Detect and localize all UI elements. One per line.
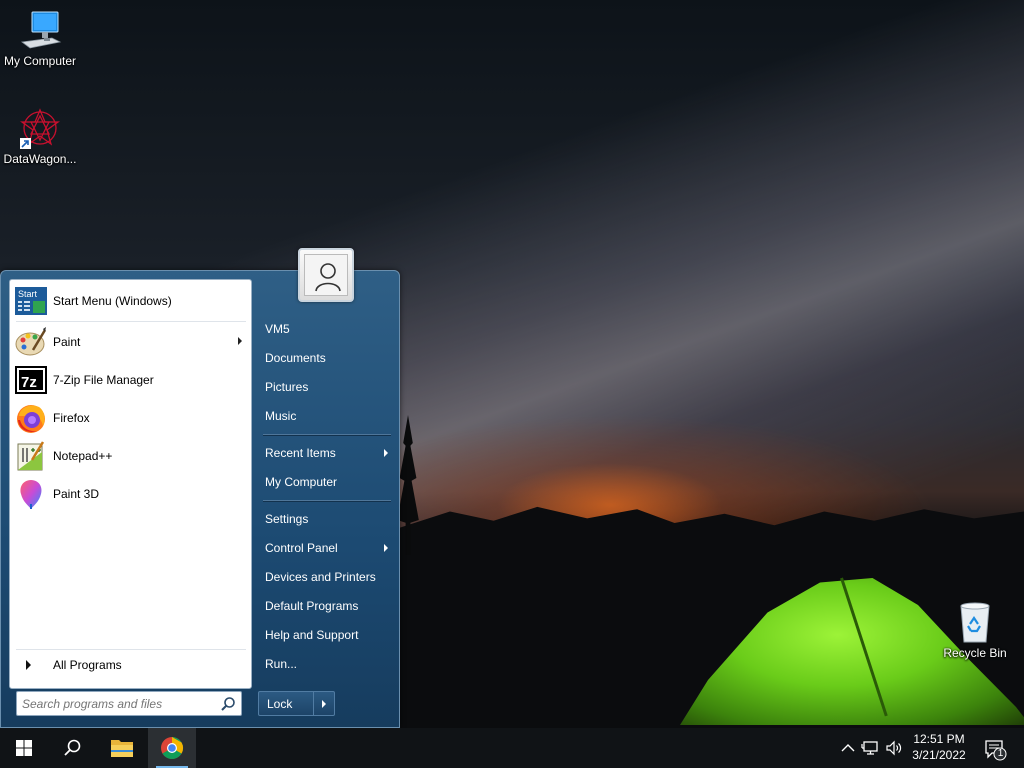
right-item-label: Run...	[265, 657, 298, 671]
all-programs-label: All Programs	[53, 658, 122, 672]
submenu-arrow-icon	[238, 337, 242, 345]
right-item-default-programs[interactable]: Default Programs	[258, 593, 394, 619]
right-item-label: Help and Support	[265, 628, 359, 642]
right-item-pictures[interactable]: Pictures	[258, 374, 394, 400]
computer-icon	[18, 8, 62, 52]
notepadpp-icon	[15, 440, 47, 472]
all-programs-separator	[16, 649, 246, 650]
network-icon	[861, 741, 878, 755]
all-programs-button[interactable]: All Programs	[12, 652, 250, 678]
right-item-label: Devices and Printers	[265, 570, 376, 584]
submenu-arrow-icon	[384, 449, 388, 457]
svg-text:7z: 7z	[21, 374, 37, 391]
paint3d-icon	[15, 478, 47, 510]
desktop-icon-label: DataWagon...	[3, 152, 77, 166]
file-explorer-icon	[111, 740, 133, 757]
search-programs-box[interactable]	[16, 691, 242, 716]
desktop-icon-label: My Computer	[3, 54, 77, 68]
right-item-music[interactable]: Music	[258, 403, 394, 429]
right-item-label: VM5	[265, 322, 290, 336]
search-input[interactable]	[22, 693, 219, 714]
desktop-icon-recycle-bin[interactable]: Recycle Bin	[935, 600, 1015, 660]
submenu-arrow-icon	[384, 544, 388, 552]
right-item-label: My Computer	[265, 475, 338, 489]
program-item-7zip[interactable]: 7z 7-Zip File Manager	[12, 362, 250, 398]
windows-start-icon	[16, 740, 32, 756]
right-item-devices-printers[interactable]: Devices and Printers	[258, 564, 394, 590]
svg-text:Start: Start	[18, 289, 38, 299]
datawagon-icon	[18, 106, 62, 150]
recycle-bin-icon	[953, 600, 997, 644]
paint-icon	[15, 326, 47, 358]
right-item-label: Music	[265, 409, 297, 423]
desktop-icon-label: Recycle Bin	[943, 646, 1007, 660]
search-icon	[64, 739, 81, 756]
lock-button[interactable]: Lock	[258, 691, 314, 716]
start-menu-icon: Start	[15, 285, 47, 317]
lock-label: Lock	[267, 696, 293, 711]
right-item-label: Default Programs	[265, 599, 359, 613]
right-item-label: Settings	[265, 512, 309, 526]
right-separator	[263, 500, 391, 501]
action-center-button[interactable]: 1	[983, 737, 1007, 761]
program-label: Firefox	[53, 411, 90, 425]
right-item-vm5[interactable]: VM5	[258, 316, 394, 342]
right-item-label: Documents	[265, 351, 326, 365]
right-item-recent-items[interactable]: Recent Items	[258, 440, 394, 466]
right-item-my-computer[interactable]: My Computer	[258, 469, 394, 495]
right-item-label: Recent Items	[265, 446, 336, 460]
program-item-notepadpp[interactable]: Notepad++	[12, 438, 250, 474]
chevron-up-icon	[841, 744, 855, 752]
right-item-run[interactable]: Run...	[258, 651, 394, 677]
search-icon[interactable]	[219, 695, 237, 713]
start-menu-pinned-item[interactable]: Start Start Menu (Windows)	[12, 283, 250, 319]
taskbar-search-button[interactable]	[48, 728, 96, 768]
network-tray-button[interactable]	[861, 738, 881, 758]
right-item-control-panel[interactable]: Control Panel	[258, 535, 394, 561]
chrome-icon	[161, 737, 183, 759]
start-menu-programs-pane: Start Start Menu (Windows) Paint 7z 7-Zi…	[9, 279, 252, 689]
start-menu-pinned-label: Start Menu (Windows)	[53, 294, 172, 308]
start-button[interactable]	[0, 728, 48, 768]
right-separator	[263, 434, 391, 435]
taskbar-clock[interactable]: 12:51 PM 3/21/2022	[906, 731, 972, 765]
user-icon	[304, 254, 348, 296]
program-item-paint[interactable]: Paint	[12, 324, 250, 360]
user-picture[interactable]	[298, 248, 354, 302]
taskbar-chrome[interactable]	[148, 728, 196, 768]
right-item-documents[interactable]: Documents	[258, 345, 394, 371]
right-item-label: Pictures	[265, 380, 309, 394]
expand-arrow-icon	[26, 660, 31, 670]
shutdown-options-button[interactable]	[314, 691, 335, 716]
show-hidden-icons-chevron[interactable]	[838, 738, 858, 758]
desktop-icon-my-computer[interactable]: My Computer	[0, 8, 80, 68]
firefox-icon	[15, 402, 47, 434]
desktop-icon-datawagon[interactable]: DataWagon...	[0, 106, 80, 166]
program-label: 7-Zip File Manager	[53, 373, 154, 387]
speaker-icon	[886, 740, 902, 756]
right-item-label: Control Panel	[265, 541, 338, 555]
clock-date: 3/21/2022	[912, 748, 966, 762]
clock-time: 12:51 PM	[913, 732, 965, 746]
program-item-firefox[interactable]: Firefox	[12, 400, 250, 436]
taskbar: 12:51 PM 3/21/2022 1	[0, 728, 1024, 768]
program-label: Paint 3D	[53, 487, 100, 501]
taskbar-file-explorer[interactable]	[98, 728, 146, 768]
start-menu: Start Start Menu (Windows) Paint 7z 7-Zi…	[0, 248, 400, 728]
notification-count-badge: 1	[997, 748, 1004, 759]
volume-tray-button[interactable]	[884, 738, 904, 758]
program-label: Notepad++	[53, 449, 113, 463]
right-item-help-support[interactable]: Help and Support	[258, 622, 394, 648]
7zip-icon: 7z	[15, 364, 47, 396]
programs-separator	[16, 321, 246, 322]
program-item-paint3d[interactable]: Paint 3D	[12, 476, 250, 512]
program-label: Paint	[53, 335, 81, 349]
right-item-settings[interactable]: Settings	[258, 506, 394, 532]
